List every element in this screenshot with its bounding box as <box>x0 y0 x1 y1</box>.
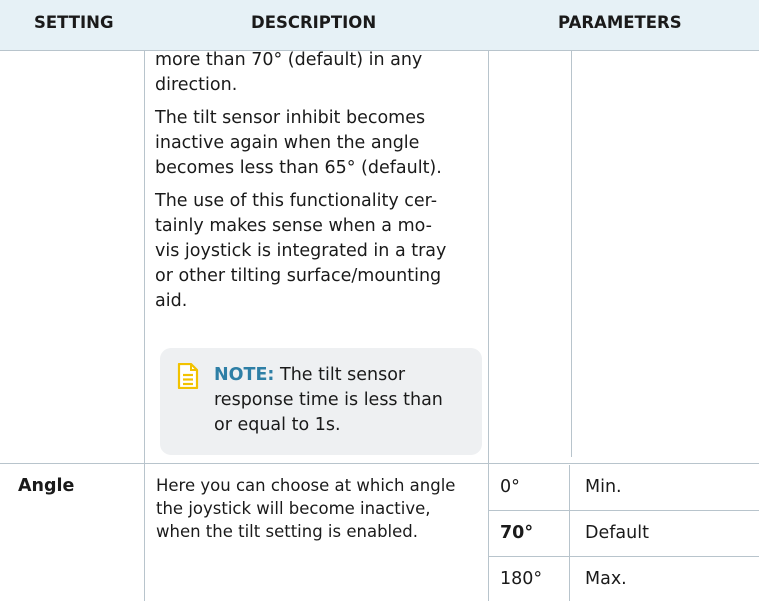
note-text: NOTE: The tilt sensor response time is l… <box>214 363 459 438</box>
divider-parameters-upper <box>571 50 572 457</box>
header-description: DESCRIPTION <box>251 13 377 32</box>
note-box: NOTE: The tilt sensor response time is l… <box>160 348 482 455</box>
row-divider <box>0 463 759 464</box>
param-default-value: 70° <box>500 523 534 543</box>
table-header: SETTING DESCRIPTION PARAMETERS <box>0 0 759 51</box>
description-paragraph: The use of this functionality cer-tainly… <box>155 191 447 311</box>
param-max-label: Max. <box>585 569 627 589</box>
angle-description: Here you can choose at which angle the j… <box>156 476 456 541</box>
setting-angle: Angle <box>18 476 75 496</box>
continued-description: more than 70° (default) in any direction… <box>155 48 495 322</box>
description-paragraph: The tilt sensor inhibit becomes inactive… <box>155 108 442 178</box>
note-label: NOTE: <box>214 365 275 385</box>
divider-setting-description <box>144 50 145 601</box>
param-min-value: 0° <box>500 477 520 497</box>
param-default-label: Default <box>585 523 649 543</box>
note-document-icon <box>177 363 199 389</box>
header-parameters: PARAMETERS <box>558 13 682 32</box>
description-paragraph: more than 70° (default) in any direction… <box>155 50 423 95</box>
param-row-divider-2 <box>488 556 759 557</box>
header-setting: SETTING <box>34 13 114 32</box>
param-row-divider-1 <box>488 510 759 511</box>
param-max-value: 180° <box>500 569 543 589</box>
param-min-label: Min. <box>585 477 622 497</box>
divider-parameters-lower <box>569 465 570 601</box>
